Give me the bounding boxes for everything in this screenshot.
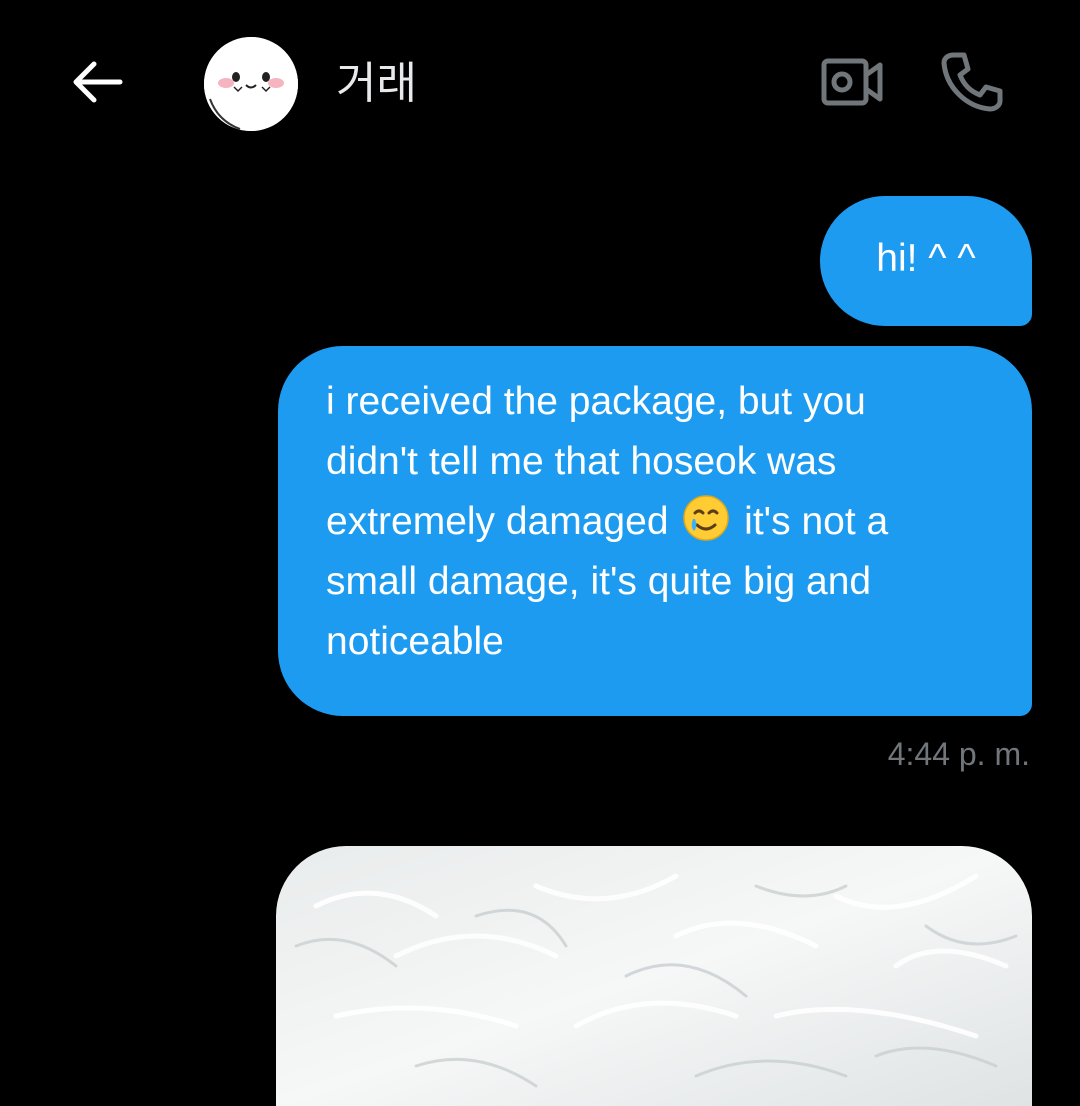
message-bubble-hi[interactable]: hi! ^ ^ (820, 196, 1032, 326)
photo-preview (276, 846, 1032, 1106)
message-text: hi! ^ ^ (876, 237, 976, 280)
video-camera-icon (821, 58, 883, 106)
smiling-face-with-tear-icon (683, 495, 730, 541)
image-attachment[interactable] (276, 846, 1032, 1106)
contact-avatar[interactable] (204, 37, 298, 131)
avatar-face-icon (204, 37, 298, 131)
phone-icon (941, 52, 1003, 112)
message-timestamp: 4:44 p. m. (887, 736, 1030, 772)
back-button[interactable] (62, 52, 130, 112)
message-bubble-package[interactable]: i received the package, but you didn't t… (278, 346, 1032, 716)
voice-call-button[interactable] (934, 46, 1010, 116)
chat-header: 거래 (0, 0, 1080, 170)
video-call-button[interactable] (814, 50, 890, 114)
back-arrow-icon (73, 61, 123, 103)
contact-name[interactable]: 거래 (336, 54, 417, 114)
